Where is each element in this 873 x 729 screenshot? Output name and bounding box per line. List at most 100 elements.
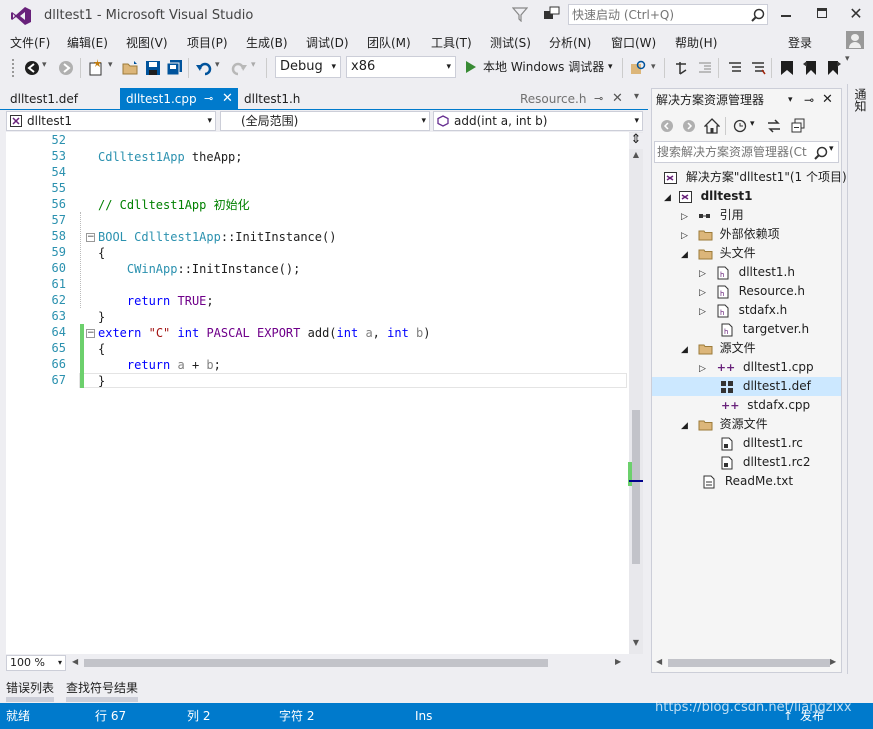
redo-dropdown-icon[interactable]: ▾ bbox=[251, 60, 256, 70]
solution-platform-dropdown[interactable]: x86 ▾ bbox=[346, 56, 456, 78]
pin-icon[interactable]: ⊸ bbox=[804, 89, 814, 111]
tree-item-dlltest1-cpp[interactable]: ▷ ++ dlltest1.cpp bbox=[699, 358, 814, 377]
decrease-indent-icon[interactable] bbox=[697, 60, 713, 76]
panel-menu-icon[interactable]: ▾ bbox=[788, 89, 793, 111]
notifications-tab[interactable]: 通知 bbox=[852, 88, 867, 112]
step-into-icon[interactable] bbox=[674, 60, 690, 76]
solution-configuration-dropdown[interactable]: Debug ▾ bbox=[275, 56, 341, 78]
tree-item-targetver-h[interactable]: h targetver.h bbox=[721, 320, 809, 339]
quick-launch-box[interactable] bbox=[568, 4, 768, 25]
tab-dropdown-icon[interactable]: ▾ bbox=[634, 91, 639, 102]
scroll-left-icon[interactable]: ◀ bbox=[72, 657, 78, 666]
pin-icon[interactable]: ⊸ bbox=[204, 88, 213, 110]
next-bookmark-icon[interactable] bbox=[825, 60, 841, 76]
scrollbar-thumb[interactable] bbox=[632, 410, 640, 564]
account-avatar[interactable] bbox=[846, 31, 864, 49]
menu-analyze[interactable]: 分析(N) bbox=[549, 34, 591, 51]
tree-item-solution[interactable]: 解决方案"dlltest1"(1 个项目) bbox=[664, 168, 847, 187]
menu-view[interactable]: 视图(V) bbox=[126, 34, 168, 51]
navigate-forward-icon[interactable] bbox=[58, 60, 74, 76]
sign-in-link[interactable]: 登录 bbox=[788, 34, 812, 51]
quick-launch-input[interactable] bbox=[572, 6, 747, 23]
new-project-icon[interactable] bbox=[88, 59, 104, 76]
scrollbar-thumb[interactable] bbox=[668, 659, 830, 667]
tab-dlltest1-cpp-active[interactable]: dlltest1.cpp ⊸ ✕ bbox=[120, 88, 238, 110]
close-tab-icon[interactable]: ✕ bbox=[222, 88, 233, 110]
menu-project[interactable]: 项目(P) bbox=[187, 34, 228, 51]
menu-file[interactable]: 文件(F) bbox=[10, 34, 50, 51]
zoom-dropdown[interactable]: 100 % ▾ bbox=[6, 655, 66, 671]
scroll-right-icon[interactable]: ▶ bbox=[615, 657, 621, 666]
close-window-button[interactable]: ✕ bbox=[846, 4, 866, 24]
previous-bookmark-icon[interactable] bbox=[803, 60, 819, 76]
redo-icon[interactable] bbox=[231, 60, 247, 76]
forward-icon[interactable] bbox=[682, 119, 696, 133]
split-window-icon[interactable]: ⇕ bbox=[629, 133, 643, 149]
toolbar-options-icon[interactable]: ▾ bbox=[845, 54, 850, 64]
new-dropdown-icon[interactable]: ▾ bbox=[108, 60, 113, 70]
tree-collapsed-icon[interactable]: ▷ bbox=[681, 212, 688, 222]
home-icon[interactable] bbox=[704, 118, 720, 134]
search-options-icon[interactable]: ▾ bbox=[829, 144, 834, 154]
start-debugging-button[interactable]: 本地 Windows 调试器 ▾ bbox=[462, 56, 620, 78]
tree-collapsed-icon[interactable]: ▷ bbox=[699, 269, 706, 279]
scope-dropdown[interactable]: (全局范围) ▾ bbox=[220, 111, 430, 131]
tree-item-resource-files[interactable]: ◢ 资源文件 bbox=[681, 415, 768, 434]
undo-icon[interactable] bbox=[196, 60, 212, 76]
tree-item-source-files[interactable]: ◢ 源文件 bbox=[681, 339, 756, 358]
member-dropdown[interactable]: add(int a, int b) ▾ bbox=[433, 111, 643, 131]
tree-expanded-icon[interactable]: ◢ bbox=[681, 250, 688, 260]
navigate-back-icon[interactable] bbox=[24, 60, 40, 76]
feedback-icon[interactable] bbox=[543, 6, 561, 22]
maximize-button[interactable] bbox=[812, 6, 832, 22]
tab-dlltest1-def[interactable]: dlltest1.def bbox=[4, 88, 84, 110]
menu-edit[interactable]: 编辑(E) bbox=[67, 34, 108, 51]
tree-item-project[interactable]: ◢ dlltest1 bbox=[664, 187, 753, 206]
save-icon[interactable] bbox=[145, 60, 161, 76]
tree-item-dlltest1-rc2[interactable]: dlltest1.rc2 bbox=[721, 453, 811, 472]
open-file-icon[interactable] bbox=[122, 60, 140, 76]
undo-dropdown-icon[interactable]: ▾ bbox=[215, 60, 220, 70]
scroll-up-icon[interactable]: ▲ bbox=[629, 150, 643, 162]
menu-debug[interactable]: 调试(D) bbox=[306, 34, 349, 51]
pin-icon[interactable]: ⊸ bbox=[594, 88, 603, 110]
vertical-scrollbar[interactable]: ⇕ ▲ ▼ bbox=[628, 132, 643, 654]
toolbar-overflow-icon[interactable]: ▾ bbox=[651, 62, 656, 72]
tree-item-header-files[interactable]: ◢ 头文件 bbox=[681, 244, 756, 263]
tree-collapsed-icon[interactable]: ▷ bbox=[699, 364, 706, 374]
tree-expanded-icon[interactable]: ◢ bbox=[681, 421, 688, 431]
tree-expanded-icon[interactable]: ◢ bbox=[681, 345, 688, 355]
code-editor[interactable]: − − 52 53 Cdlltest1App theApp; 54 55 56 … bbox=[6, 132, 630, 654]
filter-dropdown-icon[interactable]: ▾ bbox=[750, 119, 755, 129]
solution-search-box[interactable]: ▾ bbox=[654, 141, 839, 163]
tree-item-stdafx-h[interactable]: ▷ h stdafx.h bbox=[699, 301, 787, 320]
tab-find-symbol-results[interactable]: 查找符号结果 bbox=[66, 679, 138, 696]
search-icon[interactable] bbox=[751, 8, 765, 22]
menu-build[interactable]: 生成(B) bbox=[246, 34, 288, 51]
tab-dlltest1-h[interactable]: dlltest1.h bbox=[238, 88, 306, 110]
back-icon[interactable] bbox=[660, 119, 674, 133]
scroll-left-icon[interactable]: ◀ bbox=[656, 657, 662, 666]
tab-resource-h-preview[interactable]: Resource.h ⊸ ✕ bbox=[514, 88, 623, 110]
menu-team[interactable]: 团队(M) bbox=[367, 34, 411, 51]
tree-collapsed-icon[interactable]: ▷ bbox=[699, 307, 706, 317]
tree-item-external-dependencies[interactable]: ▷ 外部依赖项 bbox=[681, 225, 780, 244]
filter-icon[interactable] bbox=[512, 6, 528, 22]
tree-collapsed-icon[interactable]: ▷ bbox=[699, 288, 706, 298]
tree-item-dlltest1-rc[interactable]: dlltest1.rc bbox=[721, 434, 803, 453]
scroll-down-icon[interactable]: ▼ bbox=[629, 638, 643, 650]
minimize-button[interactable] bbox=[776, 6, 796, 22]
close-panel-icon[interactable]: ✕ bbox=[822, 89, 833, 111]
tree-item-resource-h[interactable]: ▷ h Resource.h bbox=[699, 282, 805, 301]
menu-tools[interactable]: 工具(T) bbox=[431, 34, 472, 51]
solution-search-input[interactable] bbox=[657, 144, 812, 160]
horizontal-scrollbar-thumb[interactable] bbox=[84, 659, 548, 667]
tree-item-references[interactable]: ▷ 引用 bbox=[681, 206, 744, 225]
tree-horizontal-scrollbar[interactable]: ◀ ▶ bbox=[652, 655, 841, 671]
tree-item-dlltest1-def-selected[interactable]: dlltest1.def bbox=[652, 377, 841, 396]
collapse-all-icon[interactable] bbox=[790, 118, 806, 134]
save-all-icon[interactable] bbox=[166, 59, 184, 76]
back-dropdown-icon[interactable]: ▾ bbox=[42, 60, 47, 70]
menu-help[interactable]: 帮助(H) bbox=[675, 34, 717, 51]
bookmark-icon[interactable] bbox=[780, 60, 794, 76]
